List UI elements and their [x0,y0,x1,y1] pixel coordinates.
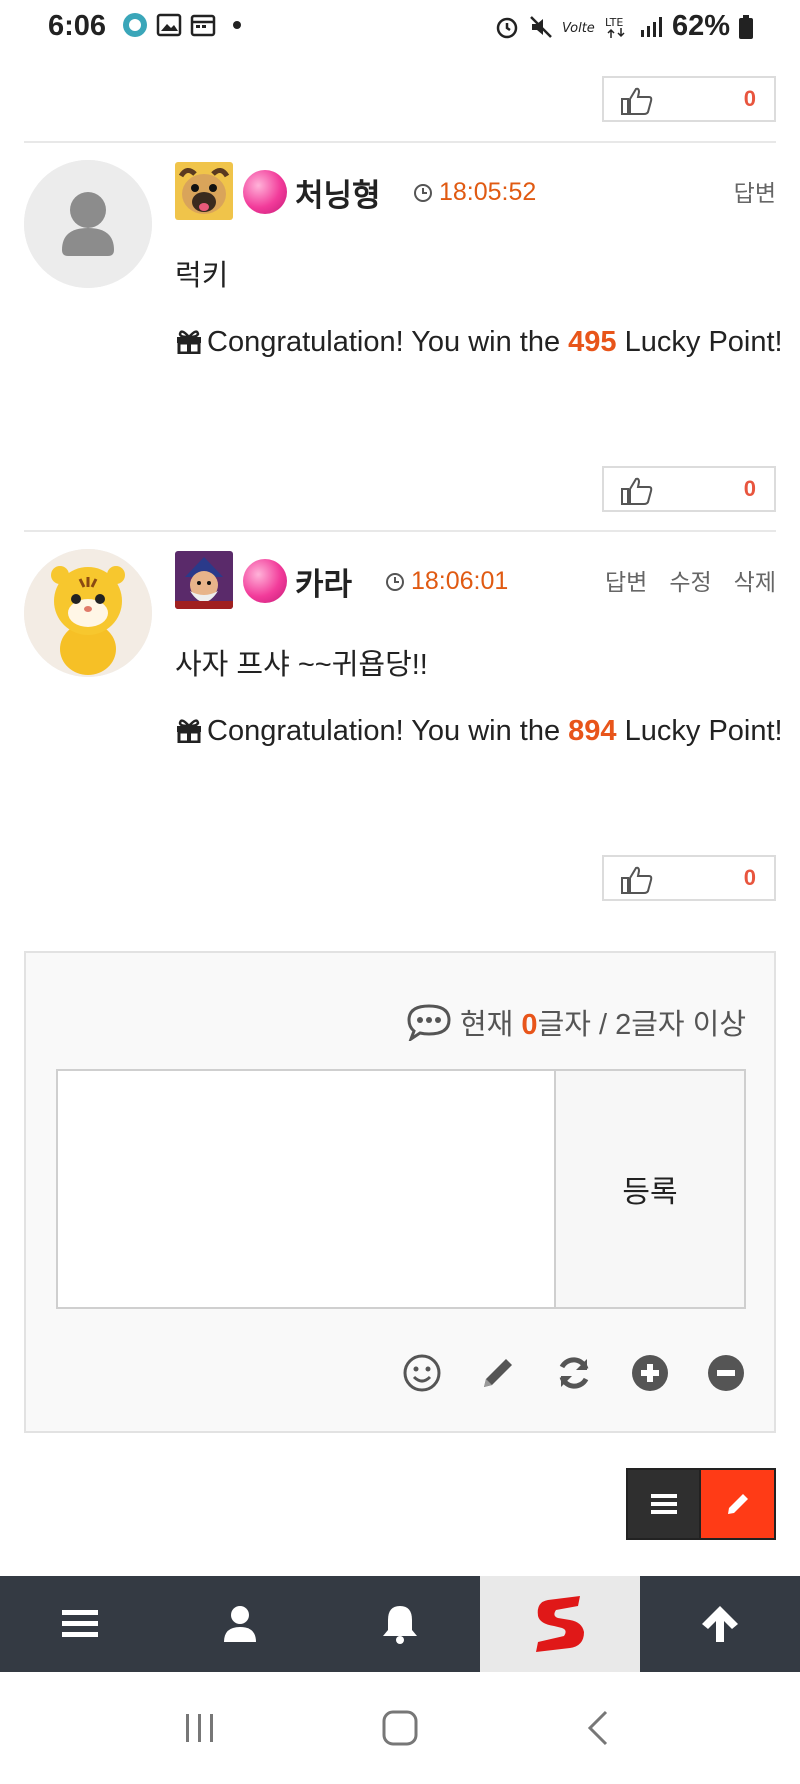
comment-text: 사자 프샤 ~~귀욥당!! [175,649,428,681]
dot-icon [233,21,241,29]
reward-points: 495 [568,326,617,358]
comment-form: 현재 0글자 / 2글자 이상 등록 [24,951,776,1433]
pencil-icon[interactable] [478,1353,518,1393]
char-count-prefix: 현재 [459,1009,514,1041]
volte-icon: Volte [562,21,595,36]
recent-apps-icon[interactable] [178,1706,222,1750]
battery-icon [739,14,753,39]
nav-scroll-top[interactable] [640,1576,800,1672]
comment-text: 럭키 [175,260,229,292]
nav-menu[interactable] [0,1576,160,1672]
status-time: 6:06 [48,10,107,42]
minus-circle-icon[interactable] [706,1353,746,1393]
level-icon [175,551,233,609]
reward-prefix: Congratulation! You win the [207,326,561,358]
comment-textarea[interactable] [56,1069,556,1309]
tiger-avatar-image [24,549,152,677]
clock-icon [386,572,404,591]
avatar [24,160,152,288]
alarm-icon [496,17,518,38]
status-left-icons [122,12,250,38]
thumbs-up-icon [621,477,653,505]
status-right-icons: Volte LTE 62% [494,10,754,43]
thumbs-up-icon [621,87,653,115]
reward-message: Congratulation! You win the 894 Lucky Po… [175,705,785,757]
refresh-icon[interactable] [554,1353,594,1393]
status-bar: 6:06 Volte LTE 62% [0,0,800,56]
like-button[interactable]: 0 [602,76,776,122]
char-count: 현재 0글자 / 2글자 이상 [406,1001,746,1043]
like-button[interactable]: 0 [602,855,776,901]
comment-actions: 답변 수정 삭제 [605,563,776,597]
char-count-value: 0 [521,1009,538,1041]
comment-nickname[interactable]: 카라 [295,559,352,604]
level-icon [175,162,233,220]
battery-percent: 62% [671,10,730,42]
reward-message: Congratulation! You win the 495 Lucky Po… [175,316,785,368]
user-icon [224,1606,256,1642]
list-icon [650,1494,677,1514]
submit-button[interactable]: 등록 [555,1069,746,1309]
comment-time: 18:06:01 [385,567,508,596]
emoji-icon[interactable] [402,1353,442,1393]
comment-time: 18:05:52 [413,178,536,207]
nav-notifications[interactable] [320,1576,480,1672]
char-count-suffix: 글자 / 2글자 이상 [537,1009,746,1041]
thumbs-up-icon [621,866,653,894]
reward-points: 894 [568,715,617,747]
clock-icon [414,183,432,202]
default-user-icon [24,160,152,288]
signal-icon [640,16,662,37]
svg-text:Volte: Volte [562,21,595,36]
nav-profile[interactable] [160,1576,320,1672]
comment-divider [24,530,776,532]
reward-suffix: Lucky Point! [624,326,783,358]
speech-bubble-icon [407,1004,451,1041]
like-count: 0 [743,865,756,890]
write-pencil-icon [727,1494,748,1514]
nav-home[interactable] [480,1576,640,1672]
comment-time-text: 18:06:01 [411,567,509,595]
back-icon[interactable] [578,1706,622,1750]
floating-buttons [626,1468,776,1540]
gift-icon [177,719,201,743]
bell-icon [383,1606,417,1644]
level-badge-icon [243,170,287,214]
lte-icon: LTE [605,16,625,38]
list-button[interactable] [626,1468,701,1540]
like-count: 0 [743,86,756,111]
level-badge-icon [243,559,287,603]
menu-icon [62,1610,98,1637]
comment-nickname[interactable]: 처닝형 [295,170,381,215]
avatar [24,549,152,677]
app-notification-icon [123,13,147,37]
write-button[interactable] [701,1468,776,1540]
system-nav [0,1672,800,1784]
comment-actions: 답변 [734,174,776,208]
site-logo [536,1596,584,1652]
plus-circle-icon[interactable] [630,1353,670,1393]
gift-icon [177,330,201,354]
reply-button[interactable]: 답변 [605,563,647,597]
arrow-up-icon [702,1606,738,1642]
reward-suffix: Lucky Point! [624,715,783,747]
gallery-icon [156,13,182,37]
home-icon[interactable] [378,1706,422,1750]
edit-button[interactable]: 수정 [669,563,711,597]
comment-divider [24,141,776,143]
mute-icon [530,15,552,38]
like-count: 0 [743,476,756,501]
comment-tools [402,1353,746,1393]
reward-prefix: Congratulation! You win the [207,715,561,747]
calendar-icon [190,14,216,37]
bottom-nav [0,1576,800,1672]
svg-text:LTE: LTE [605,16,623,29]
comment-time-text: 18:05:52 [439,178,537,206]
delete-button[interactable]: 삭제 [734,563,776,597]
reply-button[interactable]: 답변 [734,174,776,208]
like-button[interactable]: 0 [602,466,776,512]
